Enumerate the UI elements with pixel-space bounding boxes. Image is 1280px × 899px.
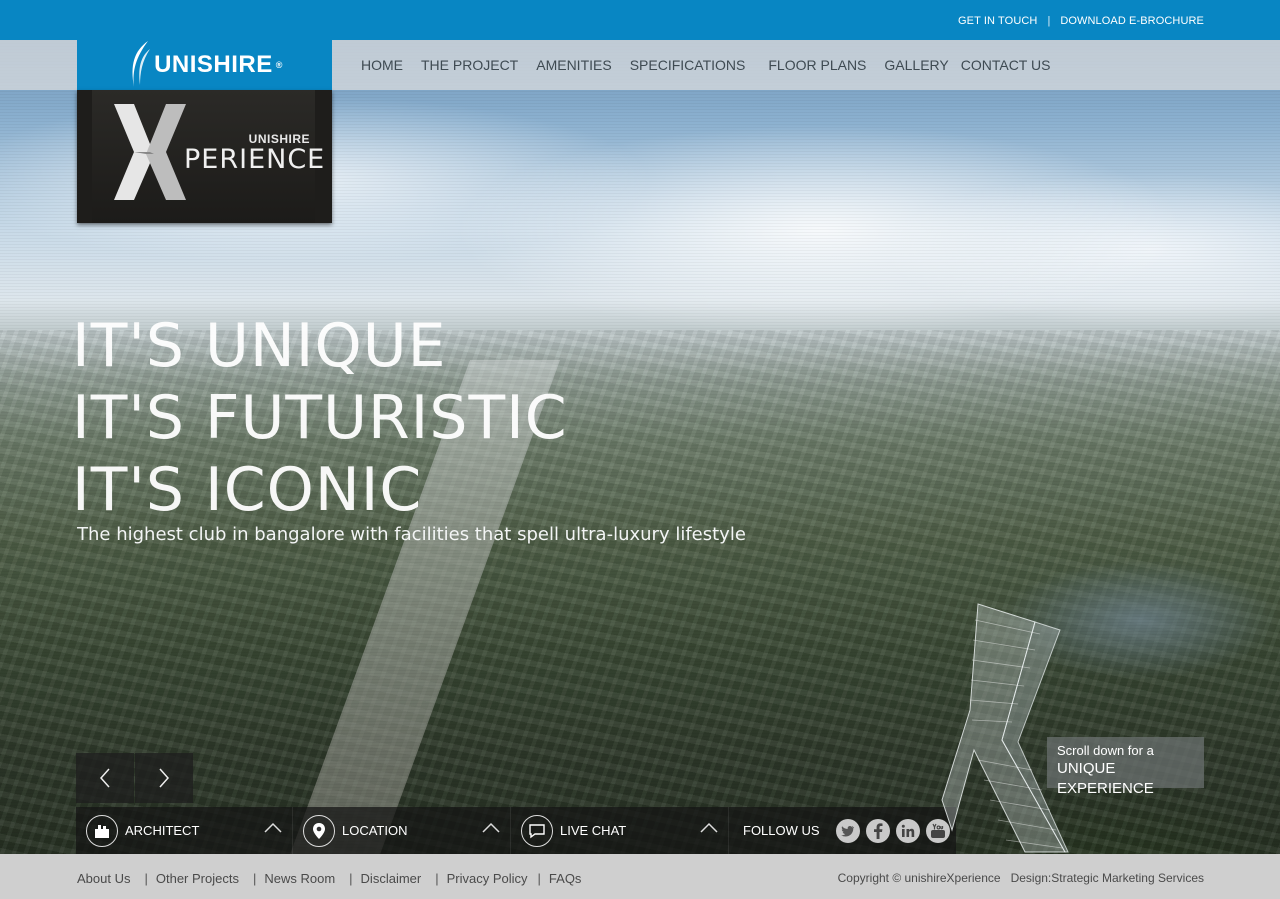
footer-privacy-policy[interactable]: Privacy Policy xyxy=(447,871,528,886)
unishire-swoosh-icon xyxy=(132,41,151,87)
headline-line-futuristic: IT'S FUTURISTIC xyxy=(72,383,568,453)
twitter-icon[interactable] xyxy=(835,818,860,843)
footer-separator: | xyxy=(144,871,148,886)
unishire-xperience-logo[interactable]: UNISHIRE PERIENCE xyxy=(77,90,332,223)
chevron-up-icon xyxy=(264,822,282,833)
architect-panel-toggle[interactable]: ARCHITECT xyxy=(76,807,293,854)
copyright-text: Copyright © unishireXperience xyxy=(837,871,1001,885)
footer: About Us | Other Projects | News Room | … xyxy=(0,854,1280,899)
registered-mark: ® xyxy=(275,60,283,70)
headline-line-unique: IT'S UNIQUE xyxy=(72,311,447,381)
footer-news-room[interactable]: News Room xyxy=(264,871,335,886)
location-pin-icon xyxy=(303,814,335,847)
unishire-logo-text: UNISHIRE xyxy=(154,51,273,78)
hero-tagline: The highest club in bangalore with facil… xyxy=(77,524,746,545)
top-bar: GET IN TOUCH | DOWNLOAD E-BROCHURE xyxy=(0,0,1280,40)
footer-links: About Us | Other Projects | News Room | … xyxy=(77,871,581,886)
headline-line-iconic: IT'S ICONIC xyxy=(72,455,423,525)
nav-specifications[interactable]: SPECIFICATIONS xyxy=(621,57,760,73)
footer-separator: | xyxy=(349,871,353,886)
chevron-left-icon xyxy=(99,768,110,788)
nav-floor-plans[interactable]: FLOOR PLANS xyxy=(759,57,875,73)
live-chat-panel-toggle[interactable]: LIVE CHAT xyxy=(511,807,729,854)
top-links-separator: | xyxy=(1047,15,1051,27)
follow-us-section: FOLLOW US xyxy=(729,807,950,854)
footer-separator: | xyxy=(252,871,257,886)
facebook-icon[interactable] xyxy=(865,818,890,843)
slider-controls xyxy=(76,753,193,803)
linkedin-icon[interactable] xyxy=(895,818,920,843)
chevron-up-icon xyxy=(700,822,718,833)
bottom-info-bar: ARCHITECT LOCATION LIVE CHAT FOLLOW US xyxy=(76,807,956,854)
location-panel-toggle[interactable]: LOCATION xyxy=(293,807,511,854)
slider-prev-button[interactable] xyxy=(76,753,134,803)
nav-gallery[interactable]: GALLERY xyxy=(875,57,954,73)
unishire-tower-graphic xyxy=(941,603,1069,853)
xperience-word: PERIENCE xyxy=(184,144,326,175)
location-label: LOCATION xyxy=(342,823,408,838)
live-chat-label: LIVE CHAT xyxy=(560,823,627,838)
footer-separator: | xyxy=(435,871,439,886)
top-links: GET IN TOUCH | DOWNLOAD E-BROCHURE xyxy=(958,15,1204,27)
main-nav: HOME THE PROJECT AMENITIES SPECIFICATION… xyxy=(352,40,1059,90)
nav-contact-us[interactable]: CONTACT US xyxy=(955,57,1060,73)
hero-headline: IT'S UNIQUE IT'S FUTURISTIC IT'S ICONIC xyxy=(72,310,568,526)
get-in-touch-link[interactable]: GET IN TOUCH xyxy=(958,15,1037,27)
chevron-up-icon xyxy=(482,822,500,833)
footer-separator: | xyxy=(537,871,541,886)
chevron-right-icon xyxy=(159,768,170,788)
footer-about-us[interactable]: About Us xyxy=(77,871,130,886)
architect-label: ARCHITECT xyxy=(125,823,200,838)
scroll-hint-line1: Scroll down for a xyxy=(1057,743,1154,758)
chat-bubble-icon xyxy=(521,814,553,847)
design-credit: Design:Strategic Marketing Services xyxy=(1010,871,1204,885)
nav-amenities[interactable]: AMENITIES xyxy=(527,57,620,73)
unishire-logo-mark: UNISHIRE ® xyxy=(126,39,283,91)
nav-the-project[interactable]: THE PROJECT xyxy=(412,57,527,73)
follow-us-label: FOLLOW US xyxy=(743,823,820,838)
slider-next-button[interactable] xyxy=(135,753,193,803)
footer-disclaimer[interactable]: Disclaimer xyxy=(361,871,422,886)
download-brochure-link[interactable]: DOWNLOAD E-BROCHURE xyxy=(1060,15,1204,27)
scroll-hint-line2: UNIQUE EXPERIENCE xyxy=(1057,760,1154,797)
scroll-down-hint[interactable]: Scroll down for a UNIQUE EXPERIENCE xyxy=(1047,737,1204,797)
unishire-logo[interactable]: UNISHIRE ® xyxy=(77,40,332,90)
xperience-x-icon xyxy=(114,104,186,200)
footer-credits: Copyright © unishireXperience Design:Str… xyxy=(838,871,1204,885)
footer-other-projects[interactable]: Other Projects xyxy=(156,871,239,886)
architect-icon xyxy=(86,814,118,847)
footer-faqs[interactable]: FAQs xyxy=(549,871,582,886)
nav-home[interactable]: HOME xyxy=(352,57,412,73)
xperience-logo-panel: UNISHIRE PERIENCE xyxy=(92,90,324,223)
